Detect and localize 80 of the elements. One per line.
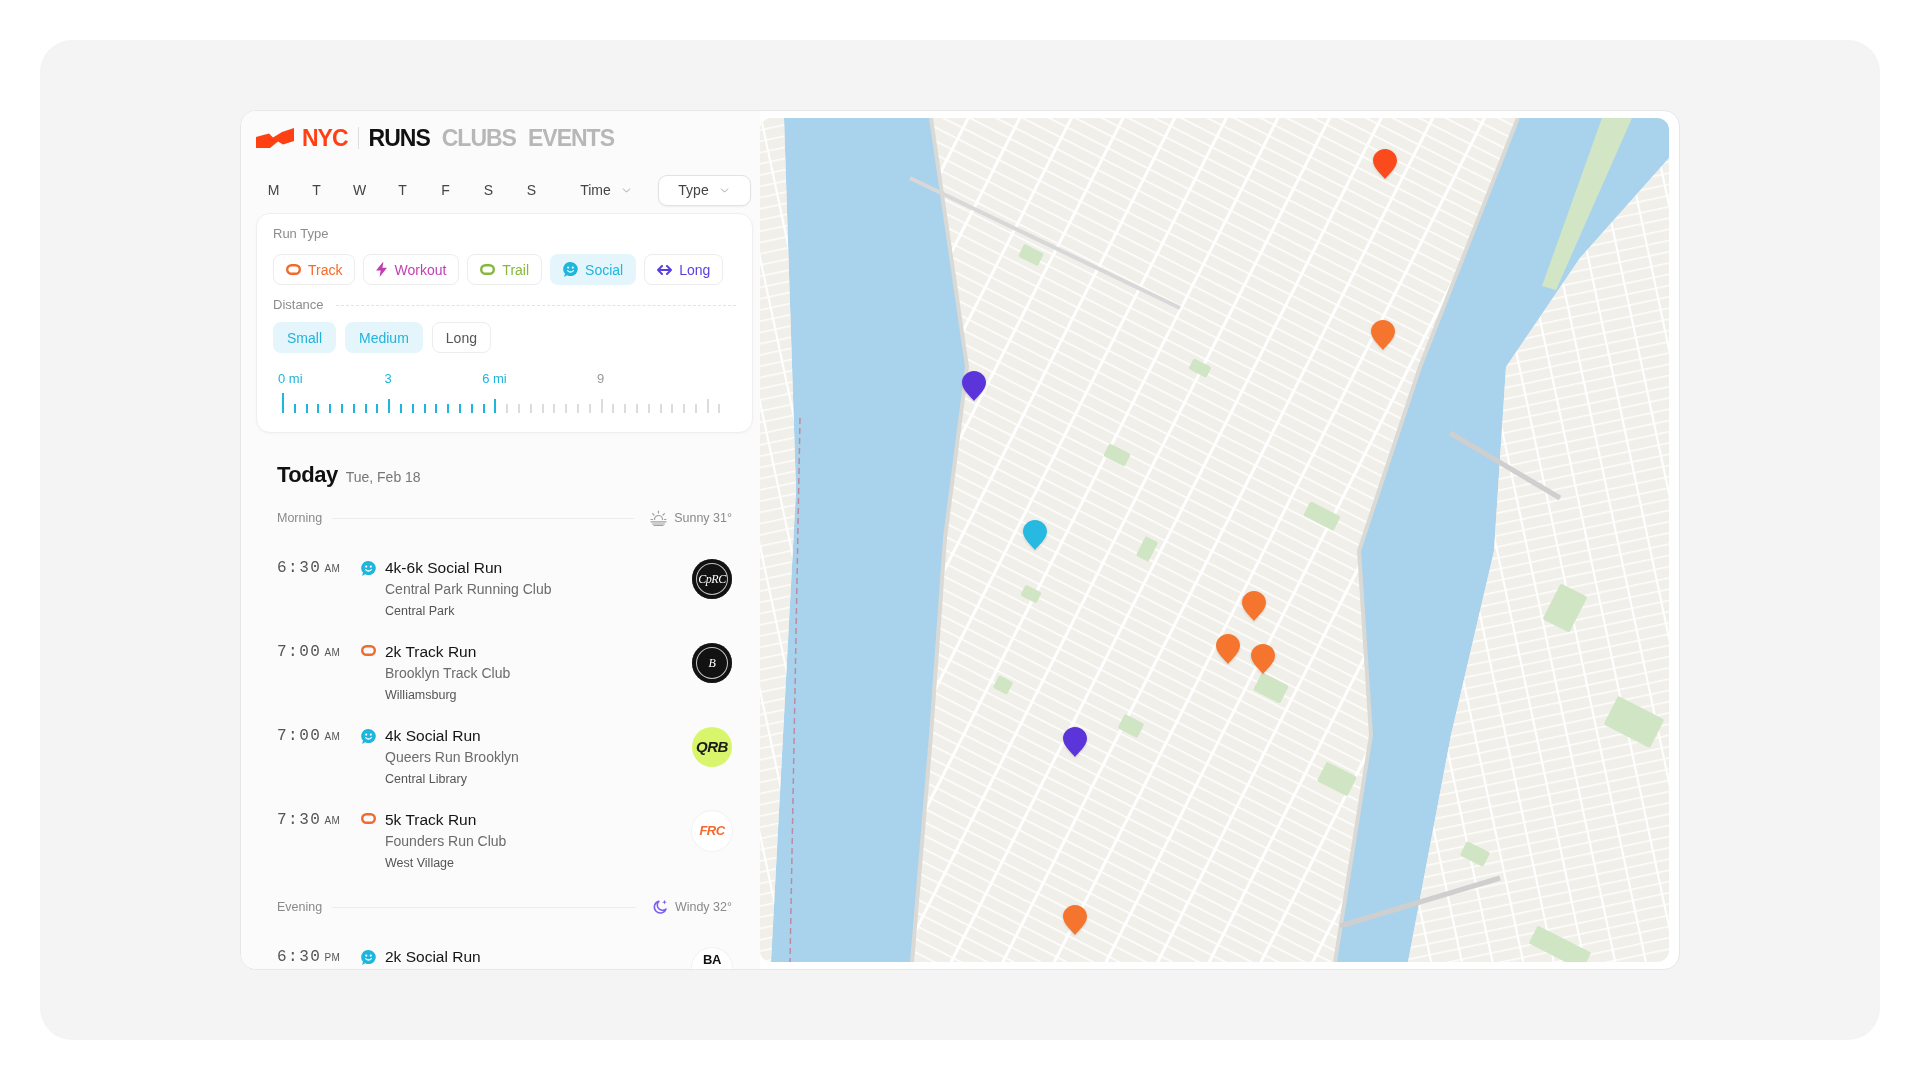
day-title: Today: [277, 461, 338, 489]
run-type-chip[interactable]: Long: [644, 254, 724, 285]
event-title[interactable]: 2k Track Run: [385, 642, 477, 662]
distance-chip[interactable]: Long: [431, 322, 491, 353]
event-title[interactable]: 4k Social Run: [385, 726, 481, 746]
day-part-label: Morning: [277, 510, 323, 526]
location-label: West Village: [385, 855, 455, 871]
scale-label: 0 mi: [278, 372, 303, 386]
run-type-chip[interactable]: Workout: [363, 254, 460, 285]
day-part-label: Evening: [277, 899, 323, 915]
nav-tab[interactable]: RUNS: [368, 124, 430, 152]
park-area: [1103, 443, 1131, 467]
map-pin-icon[interactable]: [1063, 727, 1087, 757]
scale-label: 3: [384, 372, 392, 386]
park-area: [1020, 584, 1042, 604]
logo-icon: [256, 128, 294, 148]
smiley-bubble-icon: [361, 950, 376, 965]
day-tab[interactable]: S: [510, 174, 553, 206]
club-name: Brooklyn Track Club: [385, 664, 511, 682]
park-area: [1528, 925, 1592, 962]
club-logo: CpRC: [692, 559, 732, 599]
location-label: Williamsburg: [385, 687, 457, 703]
filter-dropdown[interactable]: Type: [658, 174, 751, 206]
park-area: [1316, 761, 1358, 797]
park-area: [1018, 243, 1044, 267]
park-area: [1188, 358, 1212, 378]
club-logo: BA: [692, 948, 732, 969]
scale-label: 9: [597, 372, 605, 386]
smiley-bubble-icon: [563, 262, 579, 277]
park-area: [1542, 583, 1588, 633]
day-tab[interactable]: T: [295, 174, 338, 206]
park-area: [992, 675, 1014, 695]
filter-dropdown[interactable]: Time: [560, 174, 653, 206]
scale-label: 6 mi: [482, 372, 507, 386]
smiley-bubble-icon: [361, 561, 376, 576]
event-time: 7:00 AM: [277, 642, 341, 663]
oval-ring-icon: [286, 264, 301, 275]
smiley-bubble-icon: [361, 729, 376, 744]
day-tab[interactable]: F: [424, 174, 467, 206]
moon-star-icon: [651, 899, 668, 915]
section-label: Distance: [273, 297, 324, 313]
park-area: [1135, 536, 1159, 562]
event-title[interactable]: 2k Social Run: [385, 947, 481, 967]
event-time: 7:30 AM: [277, 810, 341, 831]
day-tab[interactable]: S: [467, 174, 510, 206]
event-title[interactable]: 5k Track Run: [385, 810, 477, 830]
section-label: Run Type: [273, 226, 330, 242]
event-time: 7:00 AM: [277, 726, 341, 747]
day-tab[interactable]: M: [252, 174, 295, 206]
club-name: Queers Run Brooklyn: [385, 748, 519, 766]
event-time: 6:30 AM: [277, 558, 341, 579]
event-title[interactable]: 4k-6k Social Run: [385, 558, 503, 578]
day-tab[interactable]: T: [381, 174, 424, 206]
sun-haze-icon: [650, 510, 668, 526]
date-label: Tue, Feb 18: [345, 469, 421, 485]
club-logo: QRB: [692, 727, 732, 767]
slider-track[interactable]: [282, 393, 721, 413]
double-arrow-icon: [657, 264, 673, 275]
oval-ring-icon: [480, 264, 496, 275]
weather-label: Windy 32°: [674, 899, 732, 915]
park-area: [1603, 695, 1665, 749]
club-logo: FRC: [692, 811, 732, 851]
day-tab[interactable]: W: [338, 174, 381, 206]
city-label: NYC: [302, 124, 348, 152]
club-logo: B: [692, 643, 732, 683]
weather-label: Sunny 31°: [674, 510, 732, 526]
location-label: Central Library: [385, 771, 467, 787]
lightning-icon: [376, 262, 388, 277]
map-pin-icon[interactable]: [1373, 149, 1397, 179]
oval-ring-icon: [361, 813, 376, 824]
park-area: [1303, 501, 1341, 531]
park-area: [1117, 713, 1145, 739]
park-area: [1253, 672, 1289, 704]
event-time: 6:30 PM: [277, 947, 341, 968]
club-name: Founders Run Club: [385, 832, 507, 850]
map-pin-icon[interactable]: [962, 371, 986, 401]
park-area: [1459, 840, 1491, 868]
location-label: Central Park: [385, 603, 455, 619]
club-name: Central Park Running Club: [385, 580, 552, 598]
oval-ring-icon: [361, 645, 376, 656]
